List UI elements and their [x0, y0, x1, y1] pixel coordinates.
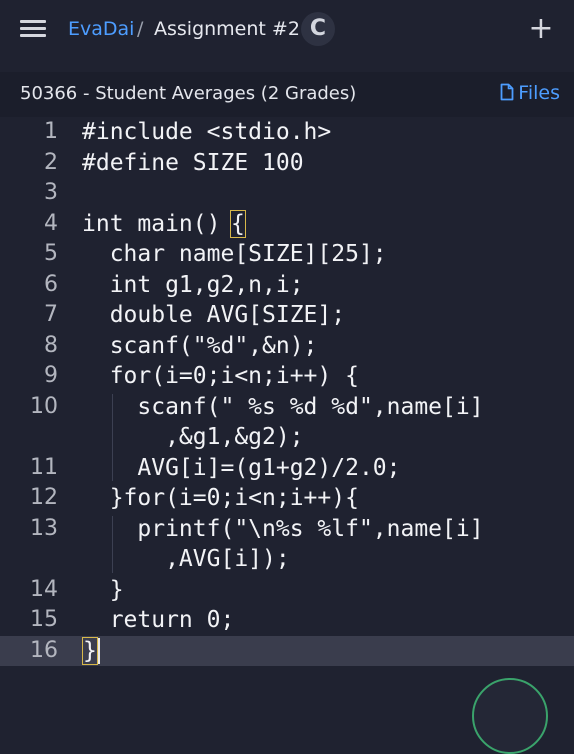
code-text: ,AVG[i]); — [82, 546, 290, 572]
code-text: printf("\n%s %lf",name[i] — [82, 515, 484, 542]
text-cursor — [98, 637, 100, 664]
code-line[interactable]: 5 char name[SIZE][25]; — [0, 239, 574, 269]
line-number: 6 — [44, 271, 58, 297]
line-number: 15 — [30, 607, 58, 632]
code-line[interactable]: 3 — [0, 178, 574, 208]
code-text: }for(i=0;i<n;i++){ — [82, 485, 359, 511]
indent-guide — [111, 515, 113, 573]
c-language-icon: C — [301, 12, 335, 46]
code-line[interactable]: 9 for(i=0;i<n;i++) { — [0, 361, 574, 391]
code-line[interactable]: 1 #include <stdio.h> — [0, 117, 574, 147]
code-line[interactable]: 12 }for(i=0;i<n;i++){ — [0, 483, 574, 513]
code-line[interactable]: 13 printf("\n%s %lf",name[i] — [0, 514, 574, 544]
line-number: 7 — [44, 302, 58, 327]
code-text: for(i=0;i<n;i++) { — [82, 363, 359, 389]
code-text: scanf(" %s %d %d",name[i] — [82, 393, 484, 420]
run-button[interactable] — [472, 678, 548, 754]
problem-title: 50366 - Student Averages (2 Grades) — [20, 83, 357, 104]
code-line[interactable]: 7 double AVG[SIZE]; — [0, 300, 574, 330]
breadcrumb-separator: / — [137, 18, 144, 40]
line-number: 11 — [30, 454, 58, 480]
code-text: scanf("%d",&n); — [82, 332, 318, 359]
line-number: 10 — [30, 393, 58, 419]
files-label: Files — [518, 82, 560, 104]
code-text: int main() — [82, 210, 221, 237]
files-button[interactable]: Files — [500, 81, 560, 105]
code-text: #define SIZE 100 — [82, 149, 304, 176]
code-editor[interactable]: 1 #include <stdio.h> 2 #define SIZE 100 3 4 in… — [0, 117, 574, 666]
breadcrumb-assignment[interactable]: Assignment #2 — [154, 17, 300, 41]
code-line[interactable]: 16} — [0, 635, 574, 666]
code-text: AVG[i]=(g1+g2)/2.0; — [82, 454, 401, 481]
code-line[interactable]: 4 int main() { — [0, 209, 574, 239]
line-number: 14 — [30, 576, 58, 602]
code-text: } — [82, 576, 124, 603]
line-number: 16 — [30, 637, 58, 663]
problem-header: 50366 - Student Averages (2 Grades) File… — [0, 72, 574, 117]
code-line[interactable]: 15 return 0; — [0, 605, 574, 635]
code-line[interactable]: ,&g1,&g2); — [0, 422, 574, 452]
code-text: ,&g1,&g2); — [82, 424, 304, 450]
menu-icon[interactable] — [20, 20, 46, 38]
line-number: 2 — [44, 149, 58, 175]
line-number: 12 — [30, 485, 58, 510]
matched-bracket: { — [230, 209, 246, 238]
code-line[interactable]: 10 scanf(" %s %d %d",name[i] — [0, 392, 574, 422]
code-text: double AVG[SIZE]; — [82, 302, 346, 328]
code-line[interactable]: 8 scanf("%d",&n); — [0, 331, 574, 361]
indent-guide — [111, 393, 113, 481]
code-text: #include <stdio.h> — [82, 119, 332, 145]
line-number: 4 — [44, 210, 58, 236]
line-number: 5 — [44, 241, 58, 266]
line-number: 9 — [44, 363, 58, 388]
code-text: int g1,g2,n,i; — [82, 271, 304, 298]
code-text: char name[SIZE][25]; — [82, 241, 387, 267]
code-line[interactable]: ,AVG[i]); — [0, 544, 574, 574]
code-line[interactable]: 11 AVG[i]=(g1+g2)/2.0; — [0, 453, 574, 483]
code-line[interactable]: 2 #define SIZE 100 — [0, 148, 574, 178]
line-number: 3 — [44, 180, 58, 205]
add-button[interactable]: + — [528, 12, 554, 46]
code-text: return 0; — [82, 607, 235, 633]
breadcrumb-user[interactable]: EvaDai — [68, 17, 134, 41]
code-line[interactable]: 14 } — [0, 575, 574, 605]
document-icon — [500, 83, 514, 101]
top-bar: EvaDai / Assignment #2 C + — [0, 0, 574, 60]
line-number: 1 — [44, 119, 58, 144]
matched-bracket: } — [82, 636, 98, 665]
line-number: 13 — [30, 515, 58, 541]
code-line[interactable]: 6 int g1,g2,n,i; — [0, 270, 574, 300]
line-number: 8 — [44, 332, 58, 358]
